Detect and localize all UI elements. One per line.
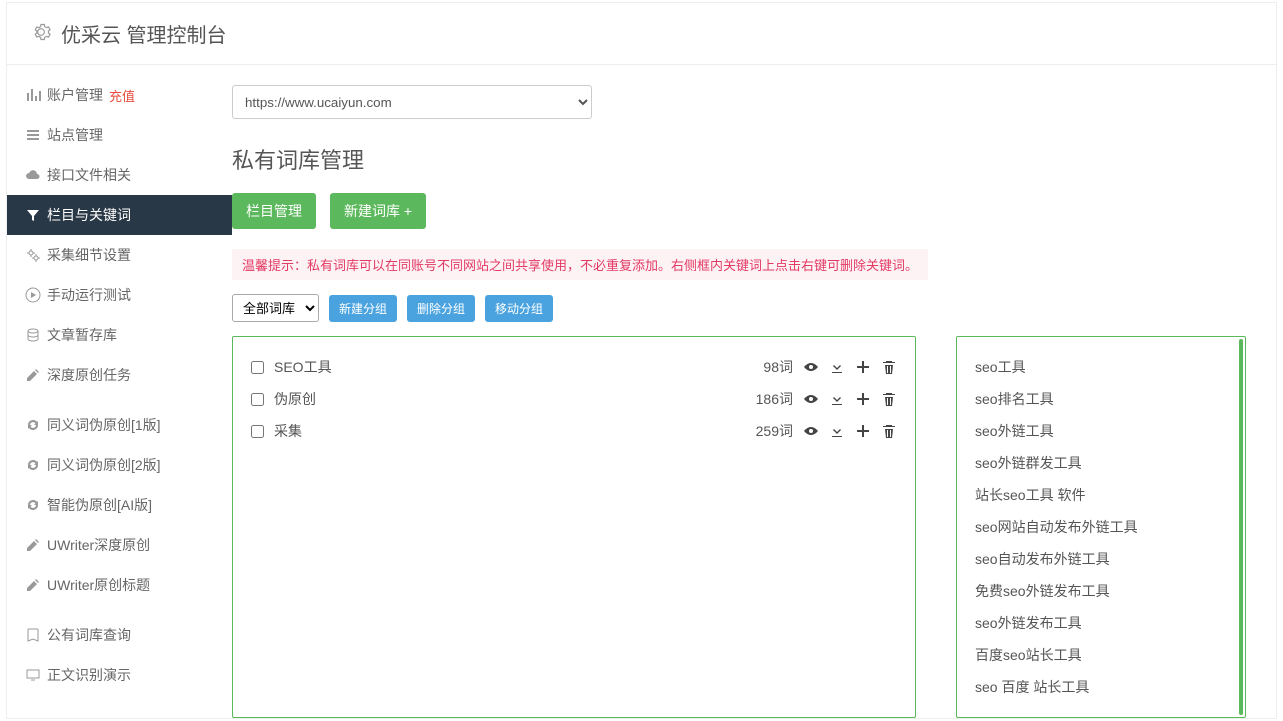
sidebar-item-label: 文章暂存库 — [47, 325, 117, 345]
word-count: 98词 — [763, 357, 793, 377]
download-icon[interactable] — [829, 423, 845, 439]
keyword-item[interactable]: seo外链群发工具 — [975, 447, 1227, 479]
library-panel: SEO工具 98词伪原创 186词采集 259词 — [232, 336, 916, 718]
sidebar-item-label: 深度原创任务 — [47, 365, 131, 385]
keyword-item[interactable]: seo排名工具 — [975, 383, 1227, 415]
gear-icon — [31, 22, 51, 45]
library-name: 采集 — [274, 421, 302, 441]
eye-icon[interactable] — [803, 423, 819, 439]
trash-icon[interactable] — [881, 391, 897, 407]
sidebar-item-label: 手动运行测试 — [47, 285, 131, 305]
sidebar-item-manual-run[interactable]: 手动运行测试 — [7, 275, 232, 315]
keyword-item[interactable]: seo 百度 站长工具 — [975, 671, 1227, 703]
sidebar-item-label: UWriter深度原创 — [47, 535, 150, 555]
header: 优采云 管理控制台 — [7, 3, 1276, 65]
keyword-item[interactable]: seo自动发布外链工具 — [975, 543, 1227, 575]
keyword-item[interactable]: seo外链发布工具 — [975, 607, 1227, 639]
sidebar-item-label: 智能伪原创[AI版] — [47, 495, 152, 515]
plus-icon[interactable] — [855, 359, 871, 375]
word-count: 259词 — [756, 421, 793, 441]
sidebar-item-public-dict[interactable]: 公有词库查询 — [7, 615, 232, 655]
refresh-icon — [25, 417, 47, 433]
download-icon[interactable] — [829, 359, 845, 375]
sidebar-item-uwriter-deep[interactable]: UWriter深度原创 — [7, 525, 232, 565]
list-icon — [25, 127, 47, 143]
trash-icon[interactable] — [881, 423, 897, 439]
main-content: https://www.ucaiyun.com 私有词库管理 栏目管理 新建词库… — [232, 65, 1276, 718]
sidebar-item-text-demo[interactable]: 正文识别演示 — [7, 655, 232, 695]
word-count: 186词 — [756, 389, 793, 409]
category-manage-button[interactable]: 栏目管理 — [232, 193, 316, 229]
keyword-item[interactable]: seo外链工具 — [975, 415, 1227, 447]
sidebar: 账户管理 充值 站点管理 接口文件相关 栏目与关键词 采集细节设置 手动运 — [7, 65, 232, 718]
sidebar-item-uwriter-title[interactable]: UWriter原创标题 — [7, 565, 232, 605]
sidebar-item-label: 正文识别演示 — [47, 665, 131, 685]
monitor-icon — [25, 667, 47, 683]
group-select[interactable]: 全部词库 — [232, 294, 319, 322]
new-group-button[interactable]: 新建分组 — [329, 295, 397, 322]
sidebar-item-sites[interactable]: 站点管理 — [7, 115, 232, 155]
sidebar-item-label: 公有词库查询 — [47, 625, 131, 645]
delete-group-button[interactable]: 删除分组 — [407, 295, 475, 322]
play-icon — [25, 287, 47, 303]
sidebar-item-label: 账户管理 — [47, 85, 103, 105]
download-icon[interactable] — [829, 391, 845, 407]
sidebar-item-label: 采集细节设置 — [47, 245, 131, 265]
library-name: SEO工具 — [274, 357, 332, 377]
library-checkbox[interactable] — [251, 361, 264, 374]
sidebar-item-label: 同义词伪原创[1版] — [47, 415, 161, 435]
edit-icon — [25, 537, 47, 553]
sidebar-item-syn1[interactable]: 同义词伪原创[1版] — [7, 405, 232, 445]
eye-icon[interactable] — [803, 359, 819, 375]
new-library-button[interactable]: 新建词库 + — [330, 193, 426, 229]
move-group-button[interactable]: 移动分组 — [485, 295, 553, 322]
filter-icon — [25, 207, 47, 223]
app-title: 优采云 管理控制台 — [61, 19, 227, 48]
chart-icon — [25, 87, 47, 103]
cloud-icon — [25, 167, 47, 183]
sidebar-item-account[interactable]: 账户管理 充值 — [7, 75, 232, 115]
edit-icon — [25, 577, 47, 593]
refresh-icon — [25, 457, 47, 473]
keyword-item[interactable]: 免费seo外链发布工具 — [975, 575, 1227, 607]
sidebar-item-article-store[interactable]: 文章暂存库 — [7, 315, 232, 355]
sidebar-item-label: UWriter原创标题 — [47, 575, 150, 595]
refresh-icon — [25, 497, 47, 513]
sidebar-item-deep-task[interactable]: 深度原创任务 — [7, 355, 232, 395]
keyword-item[interactable]: seo工具 — [975, 351, 1227, 383]
sidebar-item-label: 同义词伪原创[2版] — [47, 455, 161, 475]
sidebar-item-api-files[interactable]: 接口文件相关 — [7, 155, 232, 195]
plus-icon[interactable] — [855, 391, 871, 407]
recharge-badge: 充值 — [109, 86, 135, 105]
page-title: 私有词库管理 — [232, 143, 1276, 175]
site-select[interactable]: https://www.ucaiyun.com — [232, 85, 592, 119]
trash-icon[interactable] — [881, 359, 897, 375]
sidebar-item-label: 接口文件相关 — [47, 165, 131, 185]
edit-icon — [25, 367, 47, 383]
plus-icon[interactable] — [855, 423, 871, 439]
sidebar-item-syn2[interactable]: 同义词伪原创[2版] — [7, 445, 232, 485]
tip-message: 温馨提示：私有词库可以在同账号不同网站之间共享使用，不必重复添加。右侧框内关键词… — [232, 249, 928, 280]
library-checkbox[interactable] — [251, 425, 264, 438]
book-icon — [25, 627, 47, 643]
keyword-item[interactable]: 站长seo工具 软件 — [975, 479, 1227, 511]
sidebar-item-collect-settings[interactable]: 采集细节设置 — [7, 235, 232, 275]
eye-icon[interactable] — [803, 391, 819, 407]
library-checkbox[interactable] — [251, 393, 264, 406]
database-icon — [25, 327, 47, 343]
keyword-item[interactable]: 百度seo站长工具 — [975, 639, 1227, 671]
library-name: 伪原创 — [274, 389, 316, 409]
sidebar-item-label: 栏目与关键词 — [47, 205, 131, 225]
library-row: 采集 259词 — [251, 415, 897, 447]
library-row: SEO工具 98词 — [251, 351, 897, 383]
cogs-icon — [25, 247, 47, 263]
sidebar-item-ai[interactable]: 智能伪原创[AI版] — [7, 485, 232, 525]
sidebar-item-keywords[interactable]: 栏目与关键词 — [7, 195, 232, 235]
keyword-panel: seo工具seo排名工具seo外链工具seo外链群发工具站长seo工具 软件se… — [956, 336, 1246, 718]
library-row: 伪原创 186词 — [251, 383, 897, 415]
sidebar-item-label: 站点管理 — [47, 125, 103, 145]
scrollbar[interactable] — [1239, 339, 1243, 715]
keyword-item[interactable]: seo网站自动发布外链工具 — [975, 511, 1227, 543]
